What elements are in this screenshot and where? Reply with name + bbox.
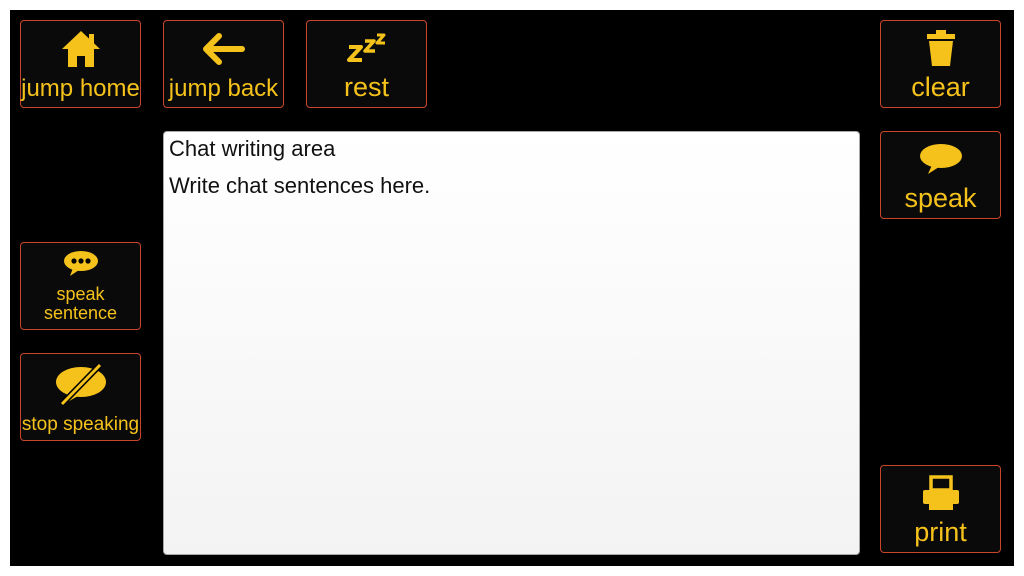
clear-button[interactable]: clear bbox=[880, 20, 1001, 108]
print-label: print bbox=[914, 517, 967, 547]
chat-area-title: Chat writing area bbox=[169, 136, 336, 161]
speak-sentence-label-line2: sentence bbox=[43, 303, 118, 323]
arrow-left-icon bbox=[164, 21, 283, 77]
trash-icon bbox=[881, 21, 1000, 74]
speech-bubble-dots-icon bbox=[21, 243, 140, 285]
rest-label: rest bbox=[343, 72, 389, 102]
speech-bubble-icon bbox=[881, 132, 1000, 185]
chat-writing-area[interactable]: Chat writing area Write chat sentences h… bbox=[163, 131, 860, 555]
chat-text[interactable]: Write chat sentences here. bbox=[169, 171, 854, 201]
sleep-zzz-icon bbox=[307, 21, 426, 74]
print-button[interactable]: print bbox=[880, 465, 1001, 553]
printer-icon bbox=[881, 466, 1000, 519]
stop-speaking-label: stop speaking bbox=[21, 414, 140, 435]
speak-sentence-label: speak sentence bbox=[44, 285, 117, 329]
speak-sentence-label-line1: speak bbox=[56, 284, 105, 304]
speech-bubble-slash-icon bbox=[21, 354, 140, 415]
stop-speaking-button[interactable]: stop speaking bbox=[20, 353, 141, 441]
rest-button[interactable]: rest bbox=[306, 20, 427, 108]
speak-label: speak bbox=[904, 183, 977, 213]
home-icon bbox=[21, 21, 140, 77]
jump-back-label: jump back bbox=[168, 75, 279, 102]
speak-sentence-button[interactable]: speak sentence bbox=[20, 242, 141, 330]
jump-home-button[interactable]: jump home bbox=[20, 20, 141, 108]
jump-back-button[interactable]: jump back bbox=[163, 20, 284, 108]
speak-button[interactable]: speak bbox=[880, 131, 1001, 219]
jump-home-label: jump home bbox=[21, 75, 140, 102]
app-frame: jump home jump back rest clear speak spe… bbox=[10, 10, 1014, 566]
clear-label: clear bbox=[911, 72, 970, 102]
